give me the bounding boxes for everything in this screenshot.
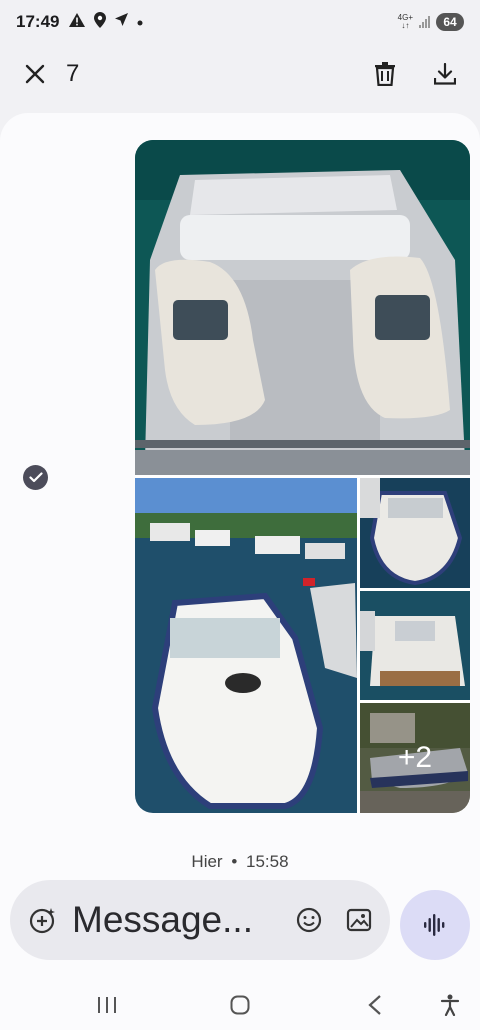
navigation-icon (115, 13, 129, 31)
back-icon (368, 995, 381, 1015)
boat-cockpit-image (135, 140, 470, 475)
delete-icon (375, 62, 395, 86)
boat-deck-image (360, 591, 470, 700)
accessibility-icon (440, 994, 460, 1016)
home-icon (230, 995, 250, 1015)
add-attachment-button[interactable] (28, 905, 58, 935)
message-composer: Message... (10, 880, 390, 960)
download-button[interactable] (424, 53, 466, 95)
data-arrows-icon: ↓↑ (401, 21, 410, 30)
status-right: 4G+ ↓↑ 64 (398, 13, 464, 31)
system-nav-bar (0, 980, 480, 1030)
timestamp-day: Hier (191, 852, 223, 871)
delete-button[interactable] (364, 53, 406, 95)
status-icons (69, 11, 143, 33)
timestamp-time: 15:58 (246, 852, 289, 871)
accessibility-button[interactable] (435, 990, 465, 1020)
close-button[interactable] (14, 53, 56, 95)
status-time: 17:49 (16, 12, 60, 31)
network-indicator: 4G+ ↓↑ (398, 14, 413, 30)
more-photos-overlay[interactable]: +2 (360, 703, 470, 813)
marina-boat-image (135, 478, 357, 813)
recents-button[interactable] (92, 990, 122, 1020)
signal-icon (419, 16, 430, 28)
emoji-button[interactable] (294, 905, 324, 935)
gallery-button[interactable] (344, 905, 374, 935)
location-icon (94, 11, 107, 33)
photo-marina-boat[interactable] (135, 478, 357, 813)
selected-count: 7 (66, 60, 80, 87)
add-attachment-icon (29, 908, 55, 934)
photo-boat-deck[interactable] (360, 591, 470, 700)
gallery-icon (346, 908, 372, 932)
voice-message-button[interactable] (400, 890, 470, 960)
back-button[interactable] (360, 990, 390, 1020)
voice-icon (424, 914, 445, 936)
battery-indicator: 64 (436, 13, 464, 31)
close-icon (25, 64, 45, 84)
photo-boat-cockpit[interactable] (135, 140, 470, 475)
alert-icon (69, 12, 86, 32)
selection-check[interactable] (23, 465, 48, 490)
message-input[interactable]: Message... (72, 899, 294, 941)
composer-actions (294, 905, 374, 935)
status-bar: 17:49 4G+ ↓↑ 64 (0, 0, 480, 44)
checkmark-icon (28, 472, 43, 483)
timestamp-separator: • (231, 852, 238, 871)
home-button[interactable] (225, 990, 255, 1020)
emoji-icon (296, 907, 322, 933)
message-timestamp: Hier • 15:58 (0, 852, 480, 872)
photo-boat-trailer[interactable]: +2 (360, 703, 470, 813)
photo-message[interactable]: +2 (135, 140, 470, 813)
toolbar-actions (364, 53, 466, 95)
recents-icon (98, 997, 116, 1013)
download-icon (434, 63, 456, 85)
photo-boat-top[interactable] (360, 478, 470, 588)
selection-toolbar: 7 (0, 50, 480, 98)
dot-icon (137, 13, 143, 31)
boat-top-image (360, 478, 470, 588)
